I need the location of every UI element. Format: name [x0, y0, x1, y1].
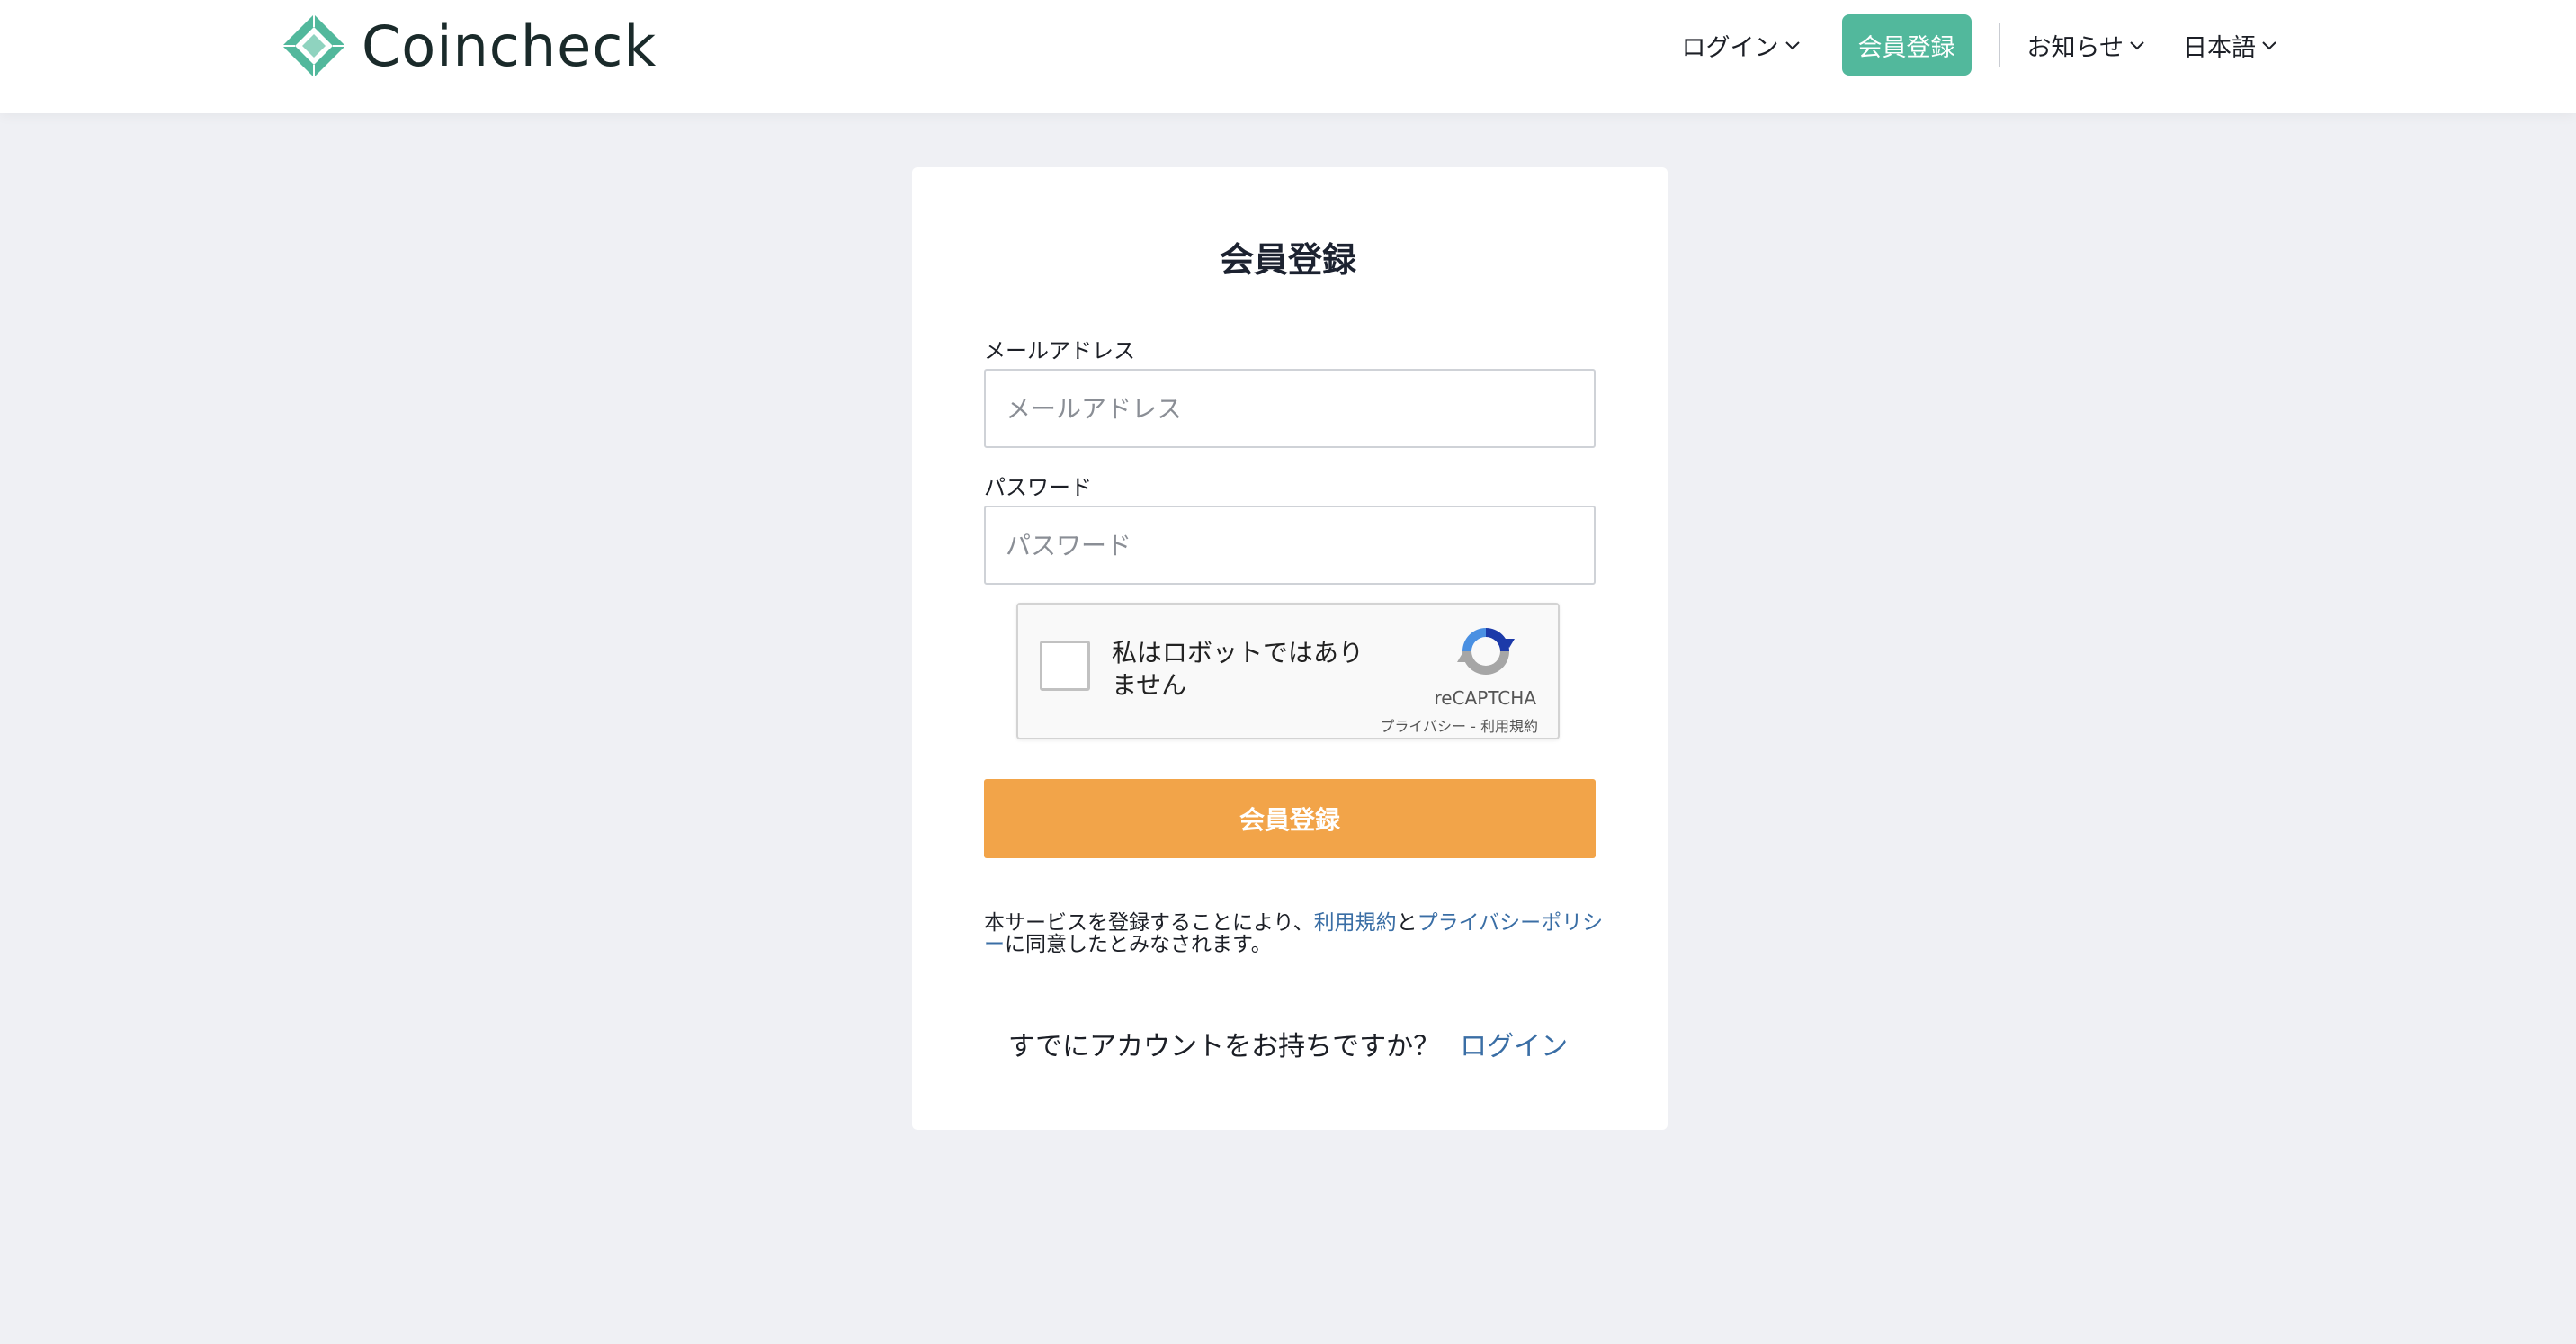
recaptcha-privacy-link[interactable]: プライバシー: [1380, 718, 1466, 735]
recaptcha-widget: 私はロボットではありません reCAPTCHA プライバシー - 利用規約: [1016, 603, 1560, 739]
site-header: Coincheck ログイン 会員登録 お知らせ 日本語: [0, 0, 2576, 113]
nav-language-menu[interactable]: 日本語: [2183, 28, 2279, 63]
email-input[interactable]: [984, 369, 1596, 448]
recaptcha-brand: reCAPTCHA: [1434, 687, 1536, 709]
login-prompt: すでにアカウントをお持ちですか？ ログイン: [0, 1024, 2576, 1063]
nav-login-label: ログイン: [1681, 33, 1779, 62]
login-link[interactable]: ログイン: [1460, 1031, 1568, 1062]
password-label: パスワード: [984, 475, 1092, 500]
nav-divider: [1998, 23, 2000, 67]
brand-name: Coincheck: [362, 13, 657, 79]
recaptcha-terms-link[interactable]: 利用規約: [1480, 718, 1538, 735]
brand-logo[interactable]: Coincheck: [281, 13, 657, 79]
terms-prefix: 本サービスを登録することにより、: [984, 911, 1314, 935]
recaptcha-label: 私はロボットではありません: [1112, 638, 1364, 700]
login-prompt-text: すでにアカウントをお持ちですか？: [1007, 1031, 1441, 1062]
recaptcha-separator: -: [1466, 718, 1480, 735]
nav-news-menu[interactable]: お知らせ: [2027, 28, 2147, 63]
terms-of-service-link[interactable]: 利用規約: [1314, 911, 1397, 935]
recaptcha-links: プライバシー - 利用規約: [1380, 714, 1538, 736]
chevron-down-icon: [2130, 41, 2144, 50]
recaptcha-checkbox[interactable]: [1040, 641, 1090, 691]
nav-login-menu[interactable]: ログイン: [1682, 28, 1802, 63]
terms-and: と: [1396, 911, 1418, 935]
terms-notice: 本サービスを登録することにより、利用規約とプライバシーポリシーに同意したとみなさ…: [984, 912, 1605, 955]
chevron-down-icon: [2262, 41, 2276, 50]
password-input[interactable]: [984, 506, 1596, 585]
nav-signup-button[interactable]: 会員登録: [1841, 14, 1972, 76]
nav-language-label: 日本語: [2183, 33, 2256, 62]
page-title: 会員登録: [1219, 240, 1356, 280]
nav-news-label: お知らせ: [2026, 33, 2124, 62]
recaptcha-logo-icon: [1457, 628, 1515, 675]
terms-suffix: に同意したとみなされます。: [1005, 933, 1272, 956]
chevron-down-icon: [1784, 41, 1800, 50]
top-nav: ログイン 会員登録 お知らせ 日本語: [1682, 14, 2279, 76]
coincheck-logo-icon: [282, 14, 345, 77]
email-label: メールアドレス: [984, 338, 1135, 363]
signup-submit-button[interactable]: 会員登録: [984, 779, 1596, 858]
